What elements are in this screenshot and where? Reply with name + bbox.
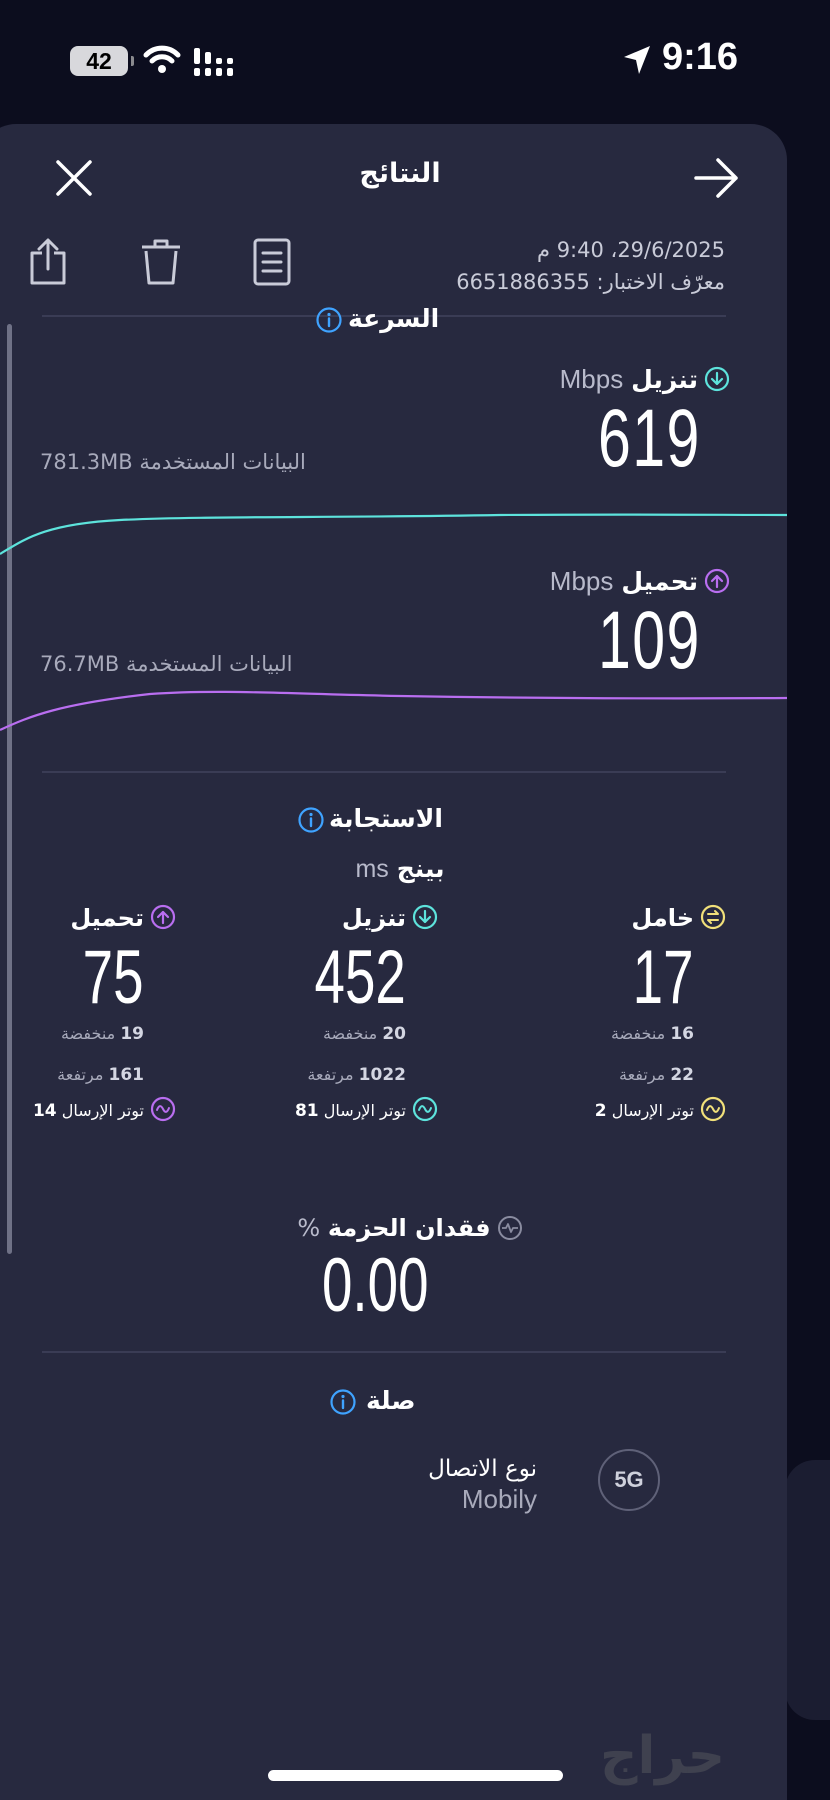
ping-upload-column: تحميل 75 19 منخفضة 161 مرتفعة توتر الإرس… [0,904,176,1124]
idle-icon [700,904,726,936]
upload-low-label: منخفضة [60,1024,116,1043]
upload-high-value: 161 [108,1065,145,1085]
idle-jitter-value: 2 [594,1101,607,1121]
upload-low: 19 منخفضة [61,1024,144,1044]
download-high: 1022 مرتفعة [307,1065,406,1085]
test-id: معرّف الاختبار: 6651886355 [456,270,725,294]
battery-indicator: 42 [70,46,134,76]
upload-arrow-icon [150,904,176,936]
signal-icon [194,48,233,76]
packet-loss-value: 0.00 [322,1243,429,1328]
trash-icon[interactable] [140,237,182,287]
download-low-label: منخفضة [322,1024,378,1043]
ping-unit: ms [355,855,389,883]
upload-high-label: مرتفعة [57,1065,104,1084]
idle-label: خامل [631,904,726,936]
download-high-label: مرتفعة [307,1065,354,1084]
ping-download-label: تنزيل [342,904,438,936]
idle-label-text: خامل [631,904,694,932]
ping-title: بينج ms [310,854,490,884]
status-bar: 42 9:16 [0,0,830,120]
download-ping-value: 452 [314,935,406,1020]
speed-section-title: السرعة [348,304,440,333]
idle-high: 22 مرتفعة [619,1065,694,1085]
packet-loss-icon [497,1215,523,1247]
upload-jitter-value: 14 [32,1101,57,1121]
results-sheet: النتائج 29/6/2025، 9:40 م معرّف الاختبار… [0,124,787,1800]
ping-idle-column: خامل 17 16 منخفضة 22 مرتفعة توتر الإرسال… [476,904,726,1124]
upload-speed-graph [0,690,787,731]
download-label-text: تنزيل [631,365,698,394]
upload-jitter: توتر الإرسال 14 [33,1096,176,1126]
test-date: 29/6/2025، 9:40 م [537,238,725,262]
connection-type-value: Mobily [461,1484,537,1514]
download-arrow-icon [412,904,438,936]
upload-jitter-label: توتر الإرسال [61,1101,144,1120]
responsiveness-section-title: الاستجابة [329,804,443,833]
idle-high-label: مرتفعة [618,1065,666,1084]
watermark-logo: حراج [600,1726,726,1786]
jitter-icon [412,1096,438,1126]
idle-low-label: منخفضة [610,1024,666,1043]
info-icon[interactable] [329,1388,357,1416]
download-jitter-label: توتر الإرسال [323,1101,406,1120]
document-icon[interactable] [252,237,292,287]
download-jitter-value: 81 [294,1101,319,1121]
download-jitter: توتر الإرسال 81 [295,1096,438,1126]
idle-ping-value: 17 [633,935,694,1020]
idle-jitter: توتر الإرسال 2 [595,1096,726,1126]
download-low-value: 20 [382,1024,406,1044]
connection-section-title: صلة [366,1386,416,1415]
ping-upload-label: تحميل [70,904,176,936]
arrow-forward-icon[interactable] [692,154,742,202]
home-indicator[interactable] [268,1770,563,1781]
upload-ping-value: 75 [83,935,144,1020]
idle-low-value: 16 [670,1024,694,1044]
upload-data-used: البيانات المستخدمة 76.7MB [40,652,293,676]
info-icon[interactable] [315,306,343,334]
upload-high: 161 مرتفعة [57,1065,144,1085]
download-low: 20 منخفضة [323,1024,406,1044]
idle-low: 16 منخفضة [611,1024,694,1044]
idle-jitter-label: توتر الإرسال [611,1101,694,1120]
location-arrow-icon [624,46,650,74]
jitter-icon [150,1096,176,1126]
idle-high-value: 22 [670,1065,694,1085]
upload-low-value: 19 [120,1024,144,1044]
upload-label-text: تحميل [621,567,698,596]
wifi-icon [143,45,181,73]
info-icon[interactable] [297,806,325,834]
upload-arrow-icon [704,568,730,600]
jitter-icon [700,1096,726,1126]
download-arrow-icon [704,366,730,398]
upload-unit: Mbps [549,566,614,596]
page-title: النتائج [359,158,441,189]
close-icon[interactable] [50,154,98,202]
ping-upload-label-text: تحميل [70,904,144,932]
connection-type-label: نوع الاتصال [428,1456,537,1482]
clock: 9:16 [662,36,739,78]
background-sheet-edge [785,1460,830,1720]
divider [42,771,726,773]
download-high-value: 1022 [358,1065,406,1085]
packet-loss-unit: % [297,1214,321,1242]
divider [42,1351,726,1353]
ping-label: بينج [396,854,445,883]
network-5g-badge: 5G [598,1449,660,1511]
share-icon[interactable] [28,237,68,287]
ping-download-label-text: تنزيل [341,904,406,932]
packet-loss-label-text: فقدان الحزمة [327,1214,491,1242]
download-unit: Mbps [559,364,624,394]
ping-download-column: تنزيل 452 20 منخفضة 1022 مرتفعة توتر الإ… [188,904,438,1124]
